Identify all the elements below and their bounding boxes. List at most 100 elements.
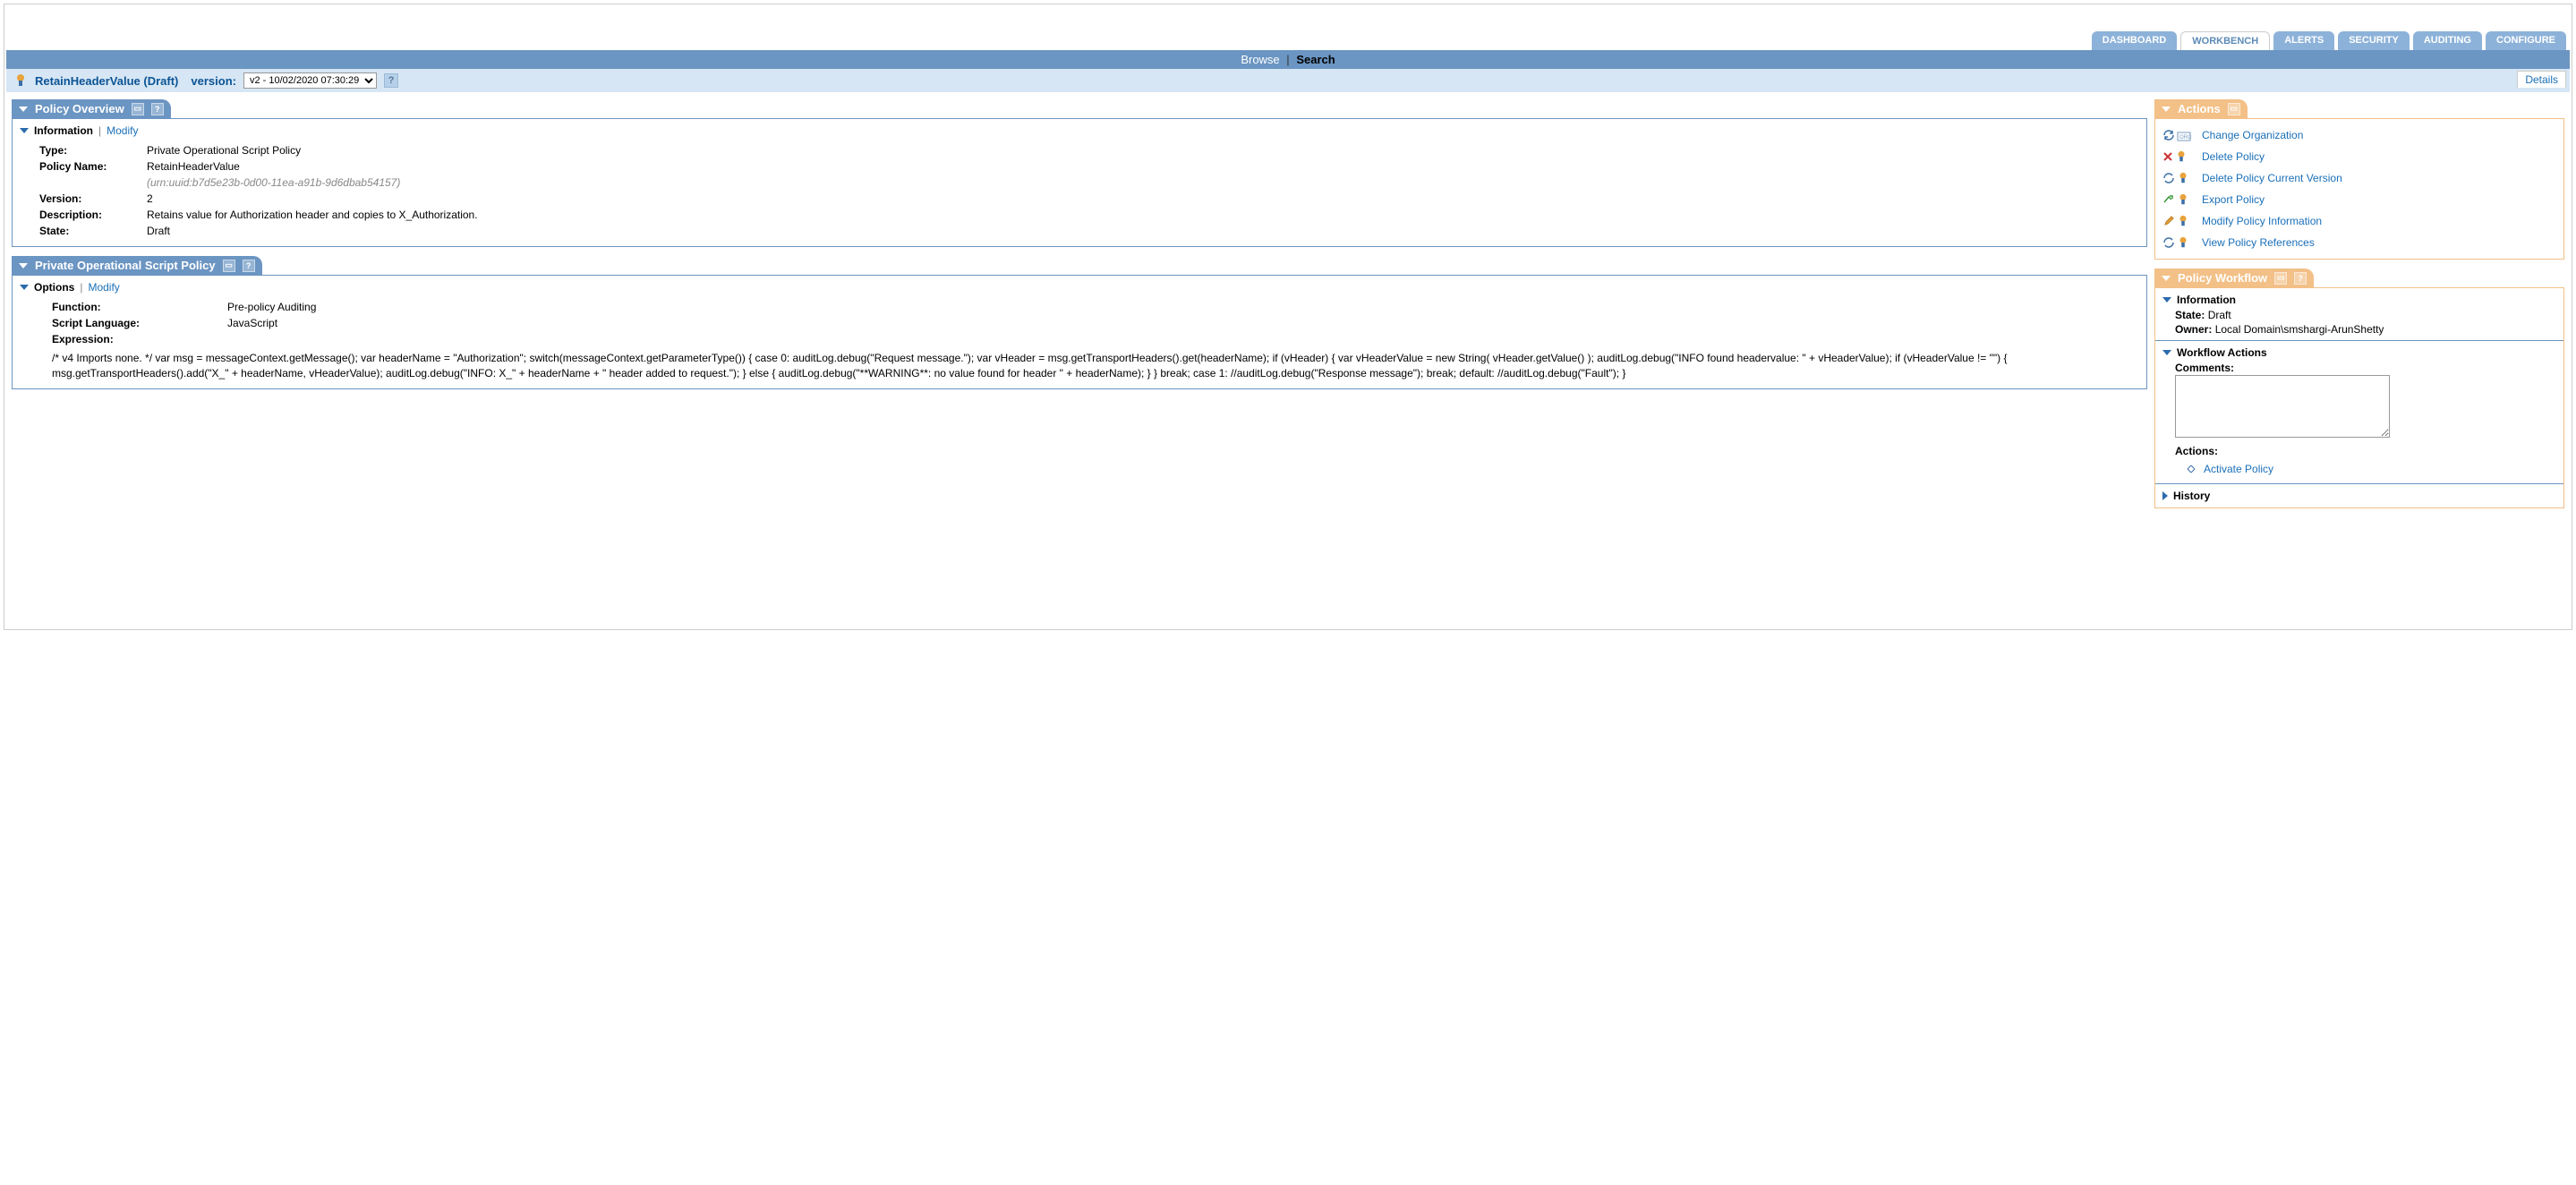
help-icon[interactable]: ?	[384, 73, 398, 88]
action-delete-version[interactable]: Delete Policy Current Version	[2162, 167, 2556, 189]
refresh-icon	[2162, 129, 2175, 141]
policy-badge-icon	[2177, 215, 2189, 227]
delete-icon	[2162, 151, 2173, 162]
wf-state-value: Draft	[2208, 309, 2231, 321]
subnav-search[interactable]: Search	[1296, 53, 1335, 66]
tab-auditing[interactable]: AUDITING	[2413, 31, 2482, 50]
wf-info-label: Information	[2177, 294, 2236, 306]
wf-state-label: State:	[2175, 309, 2205, 321]
wf-owner-value: Local Domain\smshargi-ArunShetty	[2215, 323, 2384, 336]
action-link[interactable]: Delete Policy	[2202, 150, 2265, 163]
separator: |	[1286, 53, 1289, 66]
activate-link[interactable]: Activate Policy	[2204, 463, 2273, 475]
action-view-references[interactable]: View Policy References	[2162, 232, 2556, 253]
workflow-title: Policy Workflow	[2178, 271, 2267, 285]
language-value: JavaScript	[227, 317, 277, 329]
caret-right-icon[interactable]	[2162, 491, 2168, 500]
action-export-policy[interactable]: Export Policy	[2162, 189, 2556, 210]
version-label: Version:	[39, 192, 147, 205]
details-tab[interactable]: Details	[2517, 71, 2566, 88]
actions-title: Actions	[2178, 102, 2221, 115]
version-select[interactable]: v2 - 10/02/2020 07:30:29	[243, 72, 377, 89]
script-title: Private Operational Script Policy	[35, 259, 216, 272]
comments-label: Comments:	[2175, 362, 2234, 374]
action-link[interactable]: Modify Policy Information	[2202, 215, 2322, 227]
description-label: Description:	[39, 209, 147, 221]
svg-text:ORG: ORG	[2179, 135, 2191, 141]
action-link[interactable]: View Policy References	[2202, 236, 2315, 249]
caret-down-icon[interactable]	[2162, 107, 2171, 112]
script-panel-header: Private Operational Script Policy ▭ ?	[12, 256, 262, 275]
wf-owner-label: Owner:	[2175, 323, 2212, 336]
collapse-icon[interactable]: ▭	[132, 103, 144, 115]
edit-icon	[2162, 215, 2175, 227]
subnav-browse[interactable]: Browse	[1241, 53, 1279, 66]
options-section-label: Options	[34, 281, 74, 294]
workflow-panel-body: Information State: Draft Owner: Local Do…	[2154, 287, 2564, 508]
action-modify-info[interactable]: Modify Policy Information	[2162, 210, 2556, 232]
policy-badge-icon	[2175, 150, 2188, 163]
policy-badge-icon	[2177, 193, 2189, 206]
caret-down-icon[interactable]	[20, 285, 29, 290]
main-tabs: DASHBOARD WORKBENCH ALERTS SECURITY AUDI…	[6, 31, 2570, 50]
version-value: 2	[147, 192, 153, 205]
state-label: State:	[39, 225, 147, 237]
state-value: Draft	[147, 225, 170, 237]
actions-panel-header: Actions ▭	[2154, 99, 2248, 118]
activate-icon	[2184, 462, 2198, 476]
action-change-organization[interactable]: ORG Change Organization	[2162, 124, 2556, 146]
tab-alerts[interactable]: ALERTS	[2273, 31, 2334, 50]
policy-badge-icon	[2177, 236, 2189, 249]
policy-title: RetainHeaderValue (Draft)	[35, 74, 178, 88]
caret-down-icon[interactable]	[2162, 276, 2171, 281]
org-icon: ORG	[2177, 129, 2191, 141]
tab-dashboard[interactable]: DASHBOARD	[2092, 31, 2178, 50]
sub-nav: Browse | Search	[6, 50, 2570, 69]
type-value: Private Operational Script Policy	[147, 144, 301, 157]
tab-security[interactable]: SECURITY	[2338, 31, 2410, 50]
title-bar: RetainHeaderValue (Draft) version: v2 - …	[6, 69, 2570, 92]
separator: |	[98, 124, 101, 137]
comments-input[interactable]	[2175, 375, 2390, 438]
description-value: Retains value for Authorization header a…	[147, 209, 478, 221]
wf-actions-label: Workflow Actions	[2177, 346, 2267, 359]
tab-configure[interactable]: CONFIGURE	[2486, 31, 2566, 50]
action-link[interactable]: Export Policy	[2202, 193, 2265, 206]
overview-panel-header: Policy Overview ▭ ?	[12, 99, 171, 118]
policy-badge-icon	[13, 73, 28, 88]
script-panel-body: Options | Modify Function: Pre-policy Au…	[12, 275, 2147, 389]
actions-label: Actions:	[2175, 445, 2218, 457]
separator: |	[80, 281, 82, 294]
overview-title: Policy Overview	[35, 102, 124, 115]
activate-policy-action[interactable]: Activate Policy	[2184, 462, 2556, 476]
export-icon	[2162, 193, 2175, 206]
action-link[interactable]: Delete Policy Current Version	[2202, 172, 2342, 184]
help-icon[interactable]: ?	[243, 260, 255, 272]
tab-workbench[interactable]: WORKBENCH	[2180, 31, 2270, 50]
policy-name-value: RetainHeaderValue	[147, 160, 240, 173]
caret-down-icon[interactable]	[2162, 350, 2171, 355]
caret-down-icon[interactable]	[19, 107, 28, 112]
caret-down-icon[interactable]	[20, 128, 29, 133]
action-delete-policy[interactable]: Delete Policy	[2162, 146, 2556, 167]
modify-link[interactable]: Modify	[107, 124, 138, 137]
caret-down-icon[interactable]	[19, 263, 28, 269]
actions-panel-body: ORG Change Organization Delete Policy	[2154, 118, 2564, 260]
version-label: version:	[191, 74, 236, 88]
workflow-panel-header: Policy Workflow ▭ ?	[2154, 269, 2314, 287]
modify-link[interactable]: Modify	[88, 281, 119, 294]
refresh-icon	[2162, 236, 2175, 249]
overview-panel-body: Information | Modify Type: Private Opera…	[12, 118, 2147, 247]
action-link[interactable]: Change Organization	[2202, 129, 2303, 141]
help-icon[interactable]: ?	[2294, 272, 2307, 285]
collapse-icon[interactable]: ▭	[2228, 103, 2240, 115]
expression-label: Expression:	[52, 333, 227, 345]
collapse-icon[interactable]: ▭	[223, 260, 235, 272]
wf-history-label: History	[2173, 490, 2210, 502]
info-section-label: Information	[34, 124, 93, 137]
help-icon[interactable]: ?	[151, 103, 164, 115]
policy-uuid: (urn:uuid:b7d5e23b-0d00-11ea-a91b-9d6dba…	[147, 176, 400, 189]
caret-down-icon[interactable]	[2162, 297, 2171, 303]
policy-name-label: Policy Name:	[39, 160, 147, 173]
collapse-icon[interactable]: ▭	[2274, 272, 2287, 285]
